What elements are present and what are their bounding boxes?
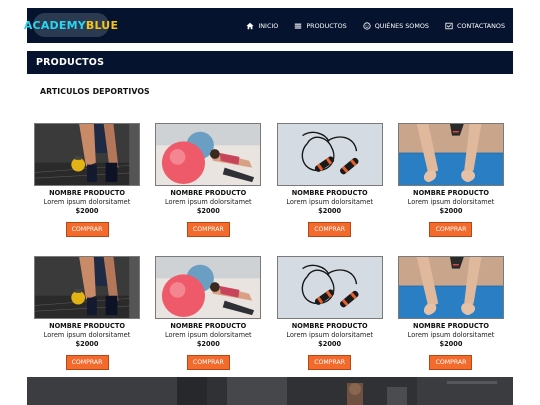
kettlebell-athlete-photo[interactable] <box>34 123 140 186</box>
product-price: $2000 <box>196 207 220 215</box>
main-nav: INICIO PRODUCTOS QUIÉNES SOMOS CONTACTAN… <box>246 8 505 43</box>
section-title: PRODUCTOS <box>36 57 105 68</box>
nav-label: QUIÉNES SOMOS <box>374 21 429 30</box>
exercise-ball-photo[interactable] <box>155 123 262 186</box>
product-price: $2000 <box>439 207 463 215</box>
product-name: NOMBRE PRODUCTO <box>291 189 368 197</box>
product-card: NOMBRE PRODUCTO Lorem ipsum dolorsitamet… <box>397 123 504 237</box>
brand-logo-part2: BLUE <box>85 18 119 32</box>
product-description: Lorem ipsum dolorsitamet <box>286 331 373 339</box>
category-subtitle: ARTICULOS DEPORTIVOS <box>40 87 150 96</box>
product-price: $2000 <box>439 340 463 348</box>
buy-button[interactable]: COMPRAR <box>429 222 473 237</box>
list-icon <box>295 23 302 29</box>
product-description: Lorem ipsum dolorsitamet <box>286 198 373 206</box>
jump-rope-photo[interactable] <box>276 256 383 319</box>
exercise-ball-photo[interactable] <box>155 256 262 319</box>
smiley-icon <box>363 21 371 30</box>
product-price: $2000 <box>75 207 99 215</box>
nav-item-quienes-somos[interactable]: QUIÉNES SOMOS <box>363 22 429 30</box>
product-card: NOMBRE PRODUCTO Lorem ipsum dolorsitamet… <box>34 256 140 370</box>
kettlebell-athlete-photo[interactable] <box>34 256 140 319</box>
product-card: NOMBRE PRODUCTO Lorem ipsum dolorsitamet… <box>276 123 383 237</box>
product-name: NOMBRE PRODUCTO <box>49 322 125 330</box>
product-card: NOMBRE PRODUCTO Lorem ipsum dolorsitamet… <box>34 123 140 237</box>
buy-button[interactable]: COMPRAR <box>186 355 230 370</box>
product-price: $2000 <box>318 207 342 215</box>
nav-label: PRODUCTOS <box>306 21 347 30</box>
product-name: NOMBRE PRODUCTO <box>49 189 125 197</box>
yoga-mat-photo[interactable] <box>397 256 504 319</box>
product-price: $2000 <box>196 340 220 348</box>
product-description: Lorem ipsum dolorsitamet <box>43 331 131 339</box>
nav-label: CONTACTANOS <box>456 21 505 30</box>
buy-button[interactable]: COMPRAR <box>186 222 230 237</box>
nav-item-contactanos[interactable]: CONTACTANOS <box>445 22 505 30</box>
product-card: NOMBRE PRODUCTO Lorem ipsum dolorsitamet… <box>276 256 383 370</box>
nav-label: INICIO <box>258 21 279 30</box>
gym-banner-photo <box>27 377 513 405</box>
product-description: Lorem ipsum dolorsitamet <box>407 198 495 206</box>
product-name: NOMBRE PRODUCTO <box>170 322 247 330</box>
product-row: NOMBRE PRODUCTO Lorem ipsum dolorsitamet… <box>34 256 504 370</box>
jump-rope-photo[interactable] <box>276 123 383 186</box>
product-name: NOMBRE PRODUCTO <box>413 189 489 197</box>
product-card: NOMBRE PRODUCTO Lorem ipsum dolorsitamet… <box>397 256 504 370</box>
product-name: NOMBRE PRODUCTO <box>291 322 368 330</box>
product-name: NOMBRE PRODUCTO <box>170 189 247 197</box>
header-navbar: ACADEMY BLUE INICIO PRODUCTOS QUIÉNES SO… <box>24 8 513 43</box>
product-row: NOMBRE PRODUCTO Lorem ipsum dolorsitamet… <box>34 123 504 237</box>
product-description: Lorem ipsum dolorsitamet <box>407 331 495 339</box>
buy-button[interactable]: COMPRAR <box>65 355 109 370</box>
product-name: NOMBRE PRODUCTO <box>413 322 489 330</box>
home-icon <box>246 22 254 29</box>
product-price: $2000 <box>75 340 99 348</box>
product-price: $2000 <box>318 340 342 348</box>
nav-item-inicio[interactable]: INICIO <box>246 22 278 30</box>
product-card: NOMBRE PRODUCTO Lorem ipsum dolorsitamet… <box>155 123 262 237</box>
yoga-mat-photo[interactable] <box>397 123 504 186</box>
product-description: Lorem ipsum dolorsitamet <box>165 331 252 339</box>
product-card: NOMBRE PRODUCTO Lorem ipsum dolorsitamet… <box>155 256 262 370</box>
product-description: Lorem ipsum dolorsitamet <box>165 198 252 206</box>
nav-item-productos[interactable]: PRODUCTOS <box>294 21 347 30</box>
mail-icon <box>445 22 453 29</box>
product-description: Lorem ipsum dolorsitamet <box>43 198 131 206</box>
buy-button[interactable]: COMPRAR <box>308 355 352 370</box>
brand-logo-part1: ACADEMY <box>23 18 86 32</box>
section-title-bar: PRODUCTOS <box>27 51 513 74</box>
page: ACADEMY BLUE INICIO PRODUCTOS QUIÉNES SO… <box>0 0 540 405</box>
buy-button[interactable]: COMPRAR <box>308 222 352 237</box>
buy-button[interactable]: COMPRAR <box>429 355 473 370</box>
buy-button[interactable]: COMPRAR <box>65 222 109 237</box>
brand-logo[interactable]: ACADEMY BLUE <box>24 13 118 37</box>
